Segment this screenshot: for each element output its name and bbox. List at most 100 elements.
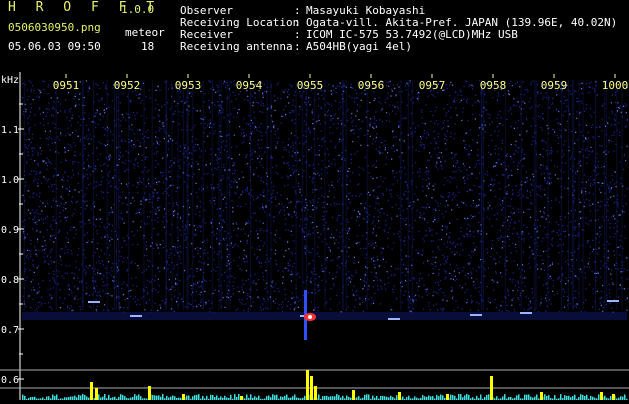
noise-streak <box>106 80 108 310</box>
noise-streak <box>314 80 316 310</box>
noise-streak <box>93 80 95 310</box>
level-spike <box>600 392 603 400</box>
noise-streak <box>606 80 608 310</box>
noise-streak <box>177 80 179 310</box>
noise-streak <box>582 80 584 310</box>
noise-streak <box>345 80 347 310</box>
y-axis-unit: kHz <box>1 75 19 86</box>
noise-streak <box>520 80 522 310</box>
level-spike <box>398 392 401 400</box>
level-baseline <box>22 394 628 400</box>
noise-streak <box>295 80 297 310</box>
level-spike <box>446 394 449 400</box>
y-tick-label: 0.6 <box>1 375 19 386</box>
level-meter <box>0 369 629 400</box>
meteor-label: meteor <box>125 26 165 39</box>
echo-blip <box>130 315 142 317</box>
level-spike <box>310 376 313 400</box>
spectrogram-plot: kHz 1.1 1.0 0.9 0.8 0.7 0.6 0951 0952 0953 0954 095… <box>0 72 629 400</box>
echo-blip <box>607 300 619 302</box>
noise-streak <box>187 80 189 310</box>
noise-streak <box>202 80 204 310</box>
noise-streak <box>183 80 185 310</box>
noise-streak <box>23 80 25 310</box>
level-spike <box>314 386 317 400</box>
noise-streak <box>128 80 130 310</box>
noise-streak <box>571 80 573 310</box>
noise-streak <box>324 80 326 310</box>
noise-streak <box>621 80 623 310</box>
time-tick-label: 0954 <box>236 79 263 92</box>
noise-streak <box>534 80 536 310</box>
noise-streak <box>547 80 549 310</box>
noise-streak <box>116 80 117 310</box>
time-tick-label: 0956 <box>358 79 385 92</box>
y-tick-label: 0.9 <box>1 225 19 236</box>
level-spike <box>540 392 543 400</box>
meteor-count: 18 <box>141 40 155 53</box>
level-spike <box>490 376 493 400</box>
app-version: 1.0.0 <box>121 3 155 16</box>
noise-streak <box>270 80 272 310</box>
noise-streak <box>400 80 402 310</box>
noise-streak <box>407 80 409 310</box>
noise-streak <box>483 80 485 310</box>
antenna-separator: : <box>294 40 301 53</box>
noise-streak <box>218 80 220 310</box>
noise-streak <box>171 80 173 310</box>
file-name: 0506030950.png <box>8 21 101 34</box>
time-tick-label: 0953 <box>175 79 202 92</box>
noise-streak <box>186 80 188 310</box>
level-spike <box>240 396 243 400</box>
noise-streak <box>573 80 575 310</box>
echo-blip <box>88 301 100 303</box>
echo-blip <box>470 314 482 316</box>
level-spike <box>95 388 98 400</box>
noise-streak <box>143 80 145 310</box>
level-spike <box>90 382 93 400</box>
y-tick-label: 0.7 <box>1 325 19 336</box>
noise-streak <box>220 80 222 310</box>
level-spike <box>352 390 355 400</box>
noise-streak <box>567 80 569 310</box>
noise-streak <box>118 80 120 310</box>
noise-streak <box>165 80 167 310</box>
date-time: 05.06.03 09:50 <box>8 40 101 53</box>
time-tick-label: 0955 <box>297 79 324 92</box>
noise-streak <box>211 80 213 310</box>
noise-streak <box>366 80 368 310</box>
noise-streak <box>560 80 562 310</box>
noise-streak <box>229 80 231 310</box>
carrier-band <box>22 312 627 320</box>
time-tick-label: 1000 <box>602 79 629 92</box>
y-tick-label: 1.0 <box>1 175 19 186</box>
noise-streak <box>192 80 194 310</box>
noise-streak <box>504 80 506 310</box>
level-spike <box>182 394 185 400</box>
echo-blip <box>520 312 532 314</box>
echo-blip <box>388 318 400 320</box>
spectrogram: kHz 1.1 1.0 0.9 0.8 0.7 0.6 0951 0952 0953 0954 095… <box>0 72 629 400</box>
noise-streak <box>578 80 580 310</box>
noise-streak <box>151 80 153 310</box>
noise-streak <box>411 80 413 310</box>
time-tick-label: 0957 <box>419 79 446 92</box>
time-tick-label: 0958 <box>480 79 507 92</box>
antenna-value: A504HB(yagi 4el) <box>306 40 412 53</box>
noise-streak <box>306 80 308 310</box>
y-tick-label: 1.1 <box>1 125 19 136</box>
noise-streak <box>480 80 482 310</box>
noise-streak <box>302 80 304 310</box>
noise-streak <box>55 80 57 310</box>
noise-streak <box>226 80 228 310</box>
level-spike <box>612 394 615 400</box>
noise-streak <box>250 80 252 310</box>
level-spike <box>148 386 151 400</box>
noise-streak <box>616 80 618 310</box>
noise-streak <box>604 80 606 310</box>
noise-streak <box>342 80 344 310</box>
y-tick-label: 0.8 <box>1 275 19 286</box>
noise-streak <box>114 80 115 310</box>
level-spike <box>306 370 309 400</box>
time-tick-label: 0951 <box>53 79 80 92</box>
